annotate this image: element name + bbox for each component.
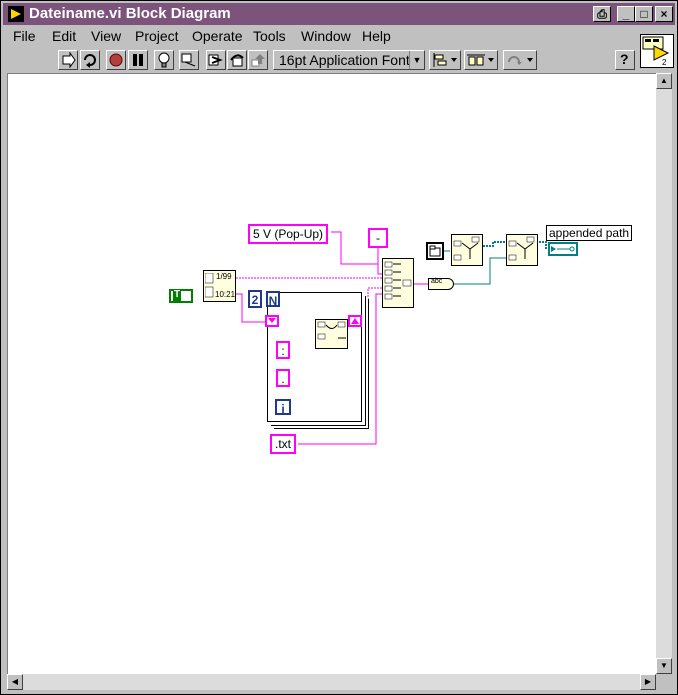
help-question-icon: ?: [620, 51, 629, 67]
date-bottom-text: 10:21: [215, 290, 236, 299]
string-constant-colon[interactable]: :: [276, 341, 290, 359]
vertical-scrollbar[interactable]: ▲ ▼: [656, 73, 672, 674]
step-over-button[interactable]: [227, 50, 247, 70]
probe-icon: [181, 53, 196, 67]
maximize-button[interactable]: □: [635, 6, 653, 22]
appended-path-label: appended path: [546, 225, 633, 241]
print-icon: ⎙: [597, 7, 607, 21]
step-out-button[interactable]: [248, 50, 268, 70]
print-window-button[interactable]: ⎙: [593, 6, 611, 22]
wire-path-3: [539, 241, 548, 249]
menu-tools[interactable]: Tools: [253, 28, 286, 44]
toolbar: 16pt Application Font ▼ ?: [3, 47, 635, 73]
align-icon: [433, 53, 457, 67]
retain-wire-values-button[interactable]: [179, 50, 199, 70]
date-top-text: 1/99: [216, 272, 232, 281]
clock-icon: [205, 273, 214, 298]
pause-icon: [133, 54, 143, 66]
stop-icon: [109, 53, 123, 67]
vi-icon-number: 2: [662, 58, 667, 66]
close-button[interactable]: ×: [655, 6, 673, 22]
wire-path-2: [483, 241, 506, 247]
align-objects-button[interactable]: [429, 50, 461, 70]
shift-down-icon: [268, 318, 276, 323]
diagram-canvas[interactable]: 5 V (Pop-Up) - T 1/99 10:21 2 N: . i .t…: [7, 73, 657, 675]
size-grip[interactable]: [656, 674, 672, 690]
step-over-icon: [230, 54, 244, 67]
shift-up-icon: [351, 318, 359, 324]
menu-operate[interactable]: Operate: [192, 28, 243, 44]
run-button[interactable]: [58, 50, 78, 70]
menu-file[interactable]: File: [13, 28, 36, 44]
reorder-button[interactable]: [503, 50, 537, 70]
appended-path-indicator[interactable]: [548, 242, 578, 256]
string-to-path-text: abc: [431, 278, 443, 285]
boolean-constant[interactable]: T: [169, 289, 193, 303]
string-constant-txt[interactable]: .txt: [270, 434, 297, 454]
horizontal-scrollbar[interactable]: ◀ ▶: [7, 674, 656, 690]
loop-iteration-terminal: i: [275, 399, 291, 416]
default-directory-node[interactable]: [426, 242, 444, 260]
title-bar[interactable]: Dateiname.vi Block Diagram ⎙ _ □ ×: [3, 3, 675, 25]
folder-icon: [429, 245, 441, 257]
run-continuously-icon: [84, 54, 96, 68]
block-diagram-window: Dateiname.vi Block Diagram ⎙ _ □ × File …: [0, 0, 678, 695]
highlight-execution-button[interactable]: [154, 50, 174, 70]
wire-loop-out: [360, 287, 382, 323]
build-path-icon: [508, 236, 535, 261]
path-indicator-icon: [551, 246, 575, 252]
window-title: Dateiname.vi Block Diagram: [29, 5, 231, 22]
string-constant-dash[interactable]: -: [368, 228, 388, 248]
menu-help[interactable]: Help: [362, 28, 391, 44]
scroll-right-button[interactable]: ▶: [640, 674, 656, 690]
shift-register-right[interactable]: [348, 315, 362, 327]
build-path-icon: [453, 236, 480, 261]
reorder-icon: [508, 56, 533, 65]
string-constant-5v[interactable]: 5 V (Pop-Up): [248, 224, 329, 244]
scroll-down-button[interactable]: ▼: [656, 658, 672, 674]
build-path-node-2[interactable]: [506, 234, 538, 266]
string-to-path-node[interactable]: abc: [428, 278, 454, 290]
menu-edit[interactable]: Edit: [52, 28, 76, 44]
labview-icon: [8, 6, 24, 22]
step-out-icon: [251, 54, 265, 67]
concatenate-inputs-node[interactable]: [382, 258, 414, 308]
menu-view[interactable]: View: [91, 28, 121, 44]
format-date-time-node[interactable]: 1/99 10:21: [203, 270, 236, 302]
concatenate-strings-node[interactable]: [315, 319, 348, 349]
menu-bar: File Edit View Project Operate Tools Win…: [3, 26, 633, 46]
run-arrow-icon: [62, 52, 76, 68]
scroll-up-button[interactable]: ▲: [656, 73, 672, 89]
boolean-constant-label: T: [173, 289, 182, 301]
lightbulb-icon: [158, 52, 170, 68]
abort-button[interactable]: [106, 50, 126, 70]
minimize-icon: _: [622, 7, 630, 21]
chevron-down-icon: ▼: [409, 51, 424, 69]
minimize-button[interactable]: _: [617, 6, 635, 22]
loop-count-constant[interactable]: 2: [248, 290, 262, 308]
maximize-icon: □: [640, 7, 648, 21]
menu-project[interactable]: Project: [135, 28, 179, 44]
step-into-icon: [208, 54, 223, 66]
step-into-button[interactable]: [206, 50, 226, 70]
shift-register-left[interactable]: [265, 315, 279, 327]
concatenate-icon: [317, 321, 346, 340]
concatenate-inputs-icon: [384, 261, 412, 300]
vi-icon[interactable]: 2: [640, 34, 674, 68]
string-constant-dot[interactable]: .: [276, 369, 290, 387]
context-help-button[interactable]: ?: [615, 50, 635, 70]
vi-connector-icon: 2: [642, 36, 670, 66]
menu-window[interactable]: Window: [301, 28, 351, 44]
scroll-left-button[interactable]: ◀: [7, 674, 23, 690]
close-icon: ×: [660, 7, 668, 21]
distribute-objects-button[interactable]: [464, 50, 498, 70]
distribute-icon: [467, 54, 494, 66]
font-selector-label: 16pt Application Font: [279, 52, 410, 68]
loop-count-terminal: N: [266, 291, 280, 308]
run-continuously-button[interactable]: [80, 50, 100, 70]
pause-button[interactable]: [128, 50, 148, 70]
font-selector[interactable]: 16pt Application Font ▼: [273, 50, 425, 70]
build-path-node-1[interactable]: [451, 234, 483, 266]
